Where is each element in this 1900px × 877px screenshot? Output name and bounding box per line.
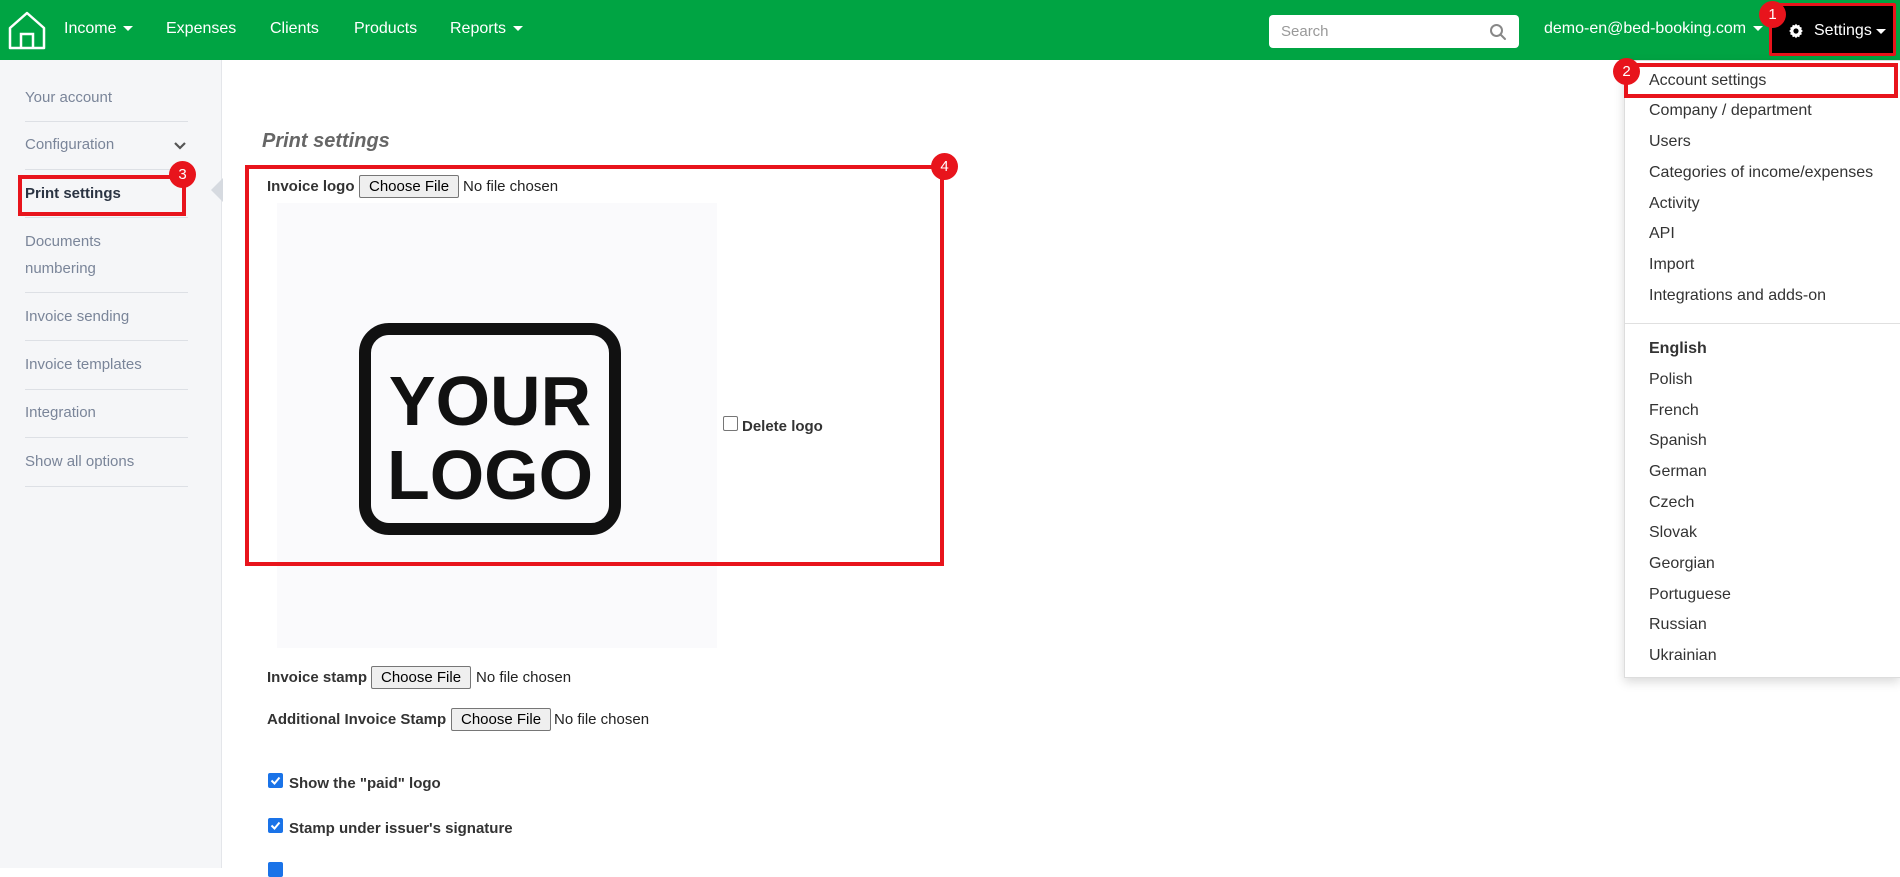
sidebar-item-your-account[interactable]: Your account <box>25 84 188 111</box>
caret-down-icon <box>123 26 134 32</box>
additional-invoice-stamp-label: Additional Invoice Stamp <box>267 711 447 728</box>
language-french[interactable]: French <box>1649 402 1699 420</box>
sidebar-item-invoice-sending[interactable]: Invoice sending <box>25 303 188 330</box>
menu-item-api[interactable]: API <box>1649 225 1675 243</box>
highlight-account-settings <box>1624 63 1898 98</box>
menu-item-activity[interactable]: Activity <box>1649 195 1700 213</box>
search-icon[interactable] <box>1489 23 1507 41</box>
user-account-menu[interactable]: demo-en@bed-booking.com <box>1544 20 1764 38</box>
menu-item-categories[interactable]: Categories of income/expenses <box>1649 164 1873 182</box>
top-navigation-bar: Income Expenses Clients Products Reports… <box>0 0 1900 60</box>
settings-label: Settings <box>1814 22 1872 39</box>
language-polish[interactable]: Polish <box>1649 371 1693 389</box>
menu-divider <box>1625 323 1900 324</box>
checkmark-icon <box>270 821 281 830</box>
nav-clients[interactable]: Clients <box>270 20 319 38</box>
nav-income[interactable]: Income <box>64 20 134 38</box>
language-portuguese[interactable]: Portuguese <box>1649 586 1731 604</box>
caret-down-icon <box>513 26 524 32</box>
nav-products[interactable]: Products <box>354 20 417 38</box>
step-marker-3: 3 <box>169 161 196 188</box>
sidebar-divider <box>25 389 188 390</box>
sidebar-item-integration[interactable]: Integration <box>25 399 188 426</box>
sidebar-item-configuration[interactable]: Configuration <box>25 131 188 158</box>
stamp-under-signature-checkbox[interactable] <box>268 818 283 833</box>
next-option-checkbox[interactable] <box>268 862 283 877</box>
settings-button[interactable]: Settings <box>1769 3 1896 56</box>
sidebar-divider <box>25 292 188 293</box>
menu-item-import[interactable]: Import <box>1649 256 1694 274</box>
menu-item-integrations[interactable]: Integrations and adds-on <box>1649 287 1826 305</box>
show-paid-logo-checkbox[interactable] <box>268 773 283 788</box>
sidebar-item-show-all-options[interactable]: Show all options <box>25 448 188 475</box>
additional-stamp-choose-file-button[interactable]: Choose File <box>451 708 552 731</box>
caret-down-icon <box>1876 29 1886 34</box>
caret-down-icon <box>1753 26 1764 32</box>
language-slovak[interactable]: Slovak <box>1649 524 1697 542</box>
language-ukrainian[interactable]: Ukrainian <box>1649 647 1717 665</box>
stamp-under-signature-label: Stamp under issuer's signature <box>289 820 513 837</box>
step-marker-1: 1 <box>1759 1 1786 28</box>
invoice-stamp-label: Invoice stamp <box>267 669 368 686</box>
language-czech[interactable]: Czech <box>1649 494 1694 512</box>
search-input[interactable] <box>1281 23 1481 40</box>
nav-income-label: Income <box>64 20 117 37</box>
nav-expenses[interactable]: Expenses <box>166 20 236 38</box>
sidebar-divider <box>25 437 188 438</box>
show-paid-logo-label: Show the "paid" logo <box>289 775 441 792</box>
invoice-stamp-choose-file-button[interactable]: Choose File <box>371 666 472 689</box>
nav-products-label: Products <box>354 20 418 37</box>
user-email: demo-en@bed-booking.com <box>1544 20 1747 37</box>
settings-dropdown-menu: Account settings Company / department Us… <box>1624 60 1900 678</box>
menu-item-company-department[interactable]: Company / department <box>1649 102 1812 120</box>
checkmark-icon <box>270 776 281 785</box>
sidebar-item-documents-numbering[interactable]: Documents numbering <box>25 228 125 282</box>
menu-item-users[interactable]: Users <box>1649 133 1691 151</box>
sidebar-divider <box>25 217 188 218</box>
search-box <box>1269 15 1519 48</box>
highlight-invoice-logo-section <box>245 165 944 566</box>
nav-reports[interactable]: Reports <box>450 20 524 38</box>
language-georgian[interactable]: Georgian <box>1649 555 1715 573</box>
language-german[interactable]: German <box>1649 463 1707 481</box>
nav-clients-label: Clients <box>270 20 319 37</box>
invoice-stamp-file-status: No file chosen <box>476 669 572 686</box>
highlight-print-settings <box>18 175 186 216</box>
language-russian[interactable]: Russian <box>1649 616 1707 634</box>
additional-stamp-file-status: No file chosen <box>554 711 650 728</box>
sidebar-divider <box>25 340 188 341</box>
language-english-current[interactable]: English <box>1649 340 1707 358</box>
gear-icon <box>1789 23 1803 39</box>
page-title: Print settings <box>262 130 390 152</box>
nav-reports-label: Reports <box>450 20 507 37</box>
active-item-pointer <box>211 178 223 202</box>
nav-expenses-label: Expenses <box>166 20 237 37</box>
language-spanish[interactable]: Spanish <box>1649 432 1707 450</box>
step-marker-2: 2 <box>1613 58 1640 85</box>
chevron-down-icon[interactable] <box>173 141 187 151</box>
sidebar-divider <box>25 121 188 122</box>
sidebar-divider <box>25 169 188 170</box>
home-icon[interactable] <box>6 8 48 52</box>
sidebar-item-invoice-templates[interactable]: Invoice templates <box>25 351 188 378</box>
sidebar-divider <box>25 486 188 487</box>
step-marker-4: 4 <box>931 153 958 180</box>
